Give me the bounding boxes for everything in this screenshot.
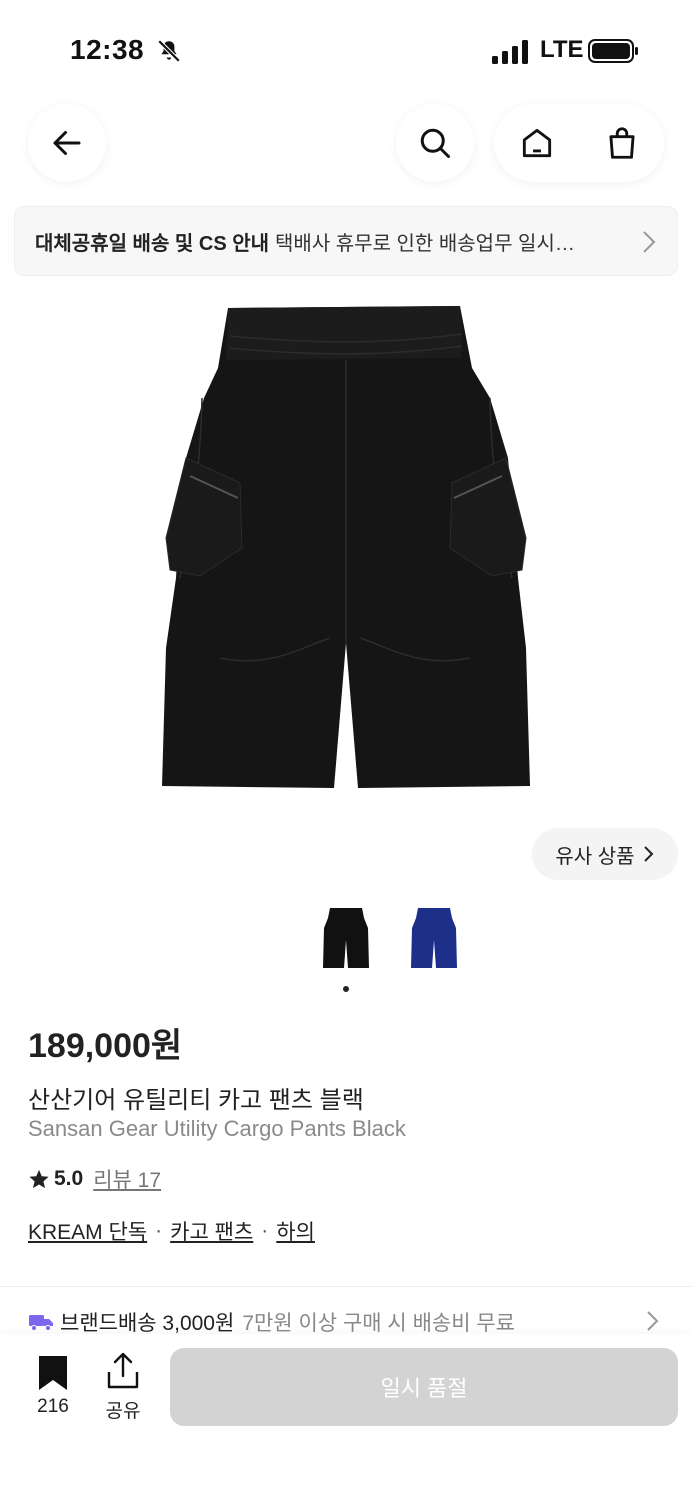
home-icon	[522, 128, 551, 158]
product-image[interactable]	[150, 298, 542, 798]
sold-out-button[interactable]: 일시 품절	[170, 1348, 678, 1426]
back-button[interactable]	[28, 104, 106, 182]
share-label: 공유	[105, 1401, 141, 1422]
sold-out-label: 일시 품절	[380, 1376, 468, 1401]
status-time: 12:38	[70, 34, 145, 65]
star-icon	[29, 1169, 49, 1189]
product-price: 189,000원	[28, 1027, 183, 1065]
thumbnail-blue[interactable]	[410, 904, 458, 970]
breadcrumb-separator: ·	[261, 1219, 269, 1242]
chevron-right-icon	[647, 1311, 659, 1331]
bookmark-icon	[39, 1356, 67, 1390]
rating-row: 5.0 리뷰 17	[28, 1164, 161, 1194]
chevron-right-icon	[643, 231, 656, 253]
home-button[interactable]	[494, 104, 579, 182]
notice-banner[interactable]: 대체공휴일 배송 및 CS 안내 택배사 휴무로 인한 배송업무 일시…	[14, 206, 678, 276]
shopping-bag-button[interactable]	[579, 104, 664, 182]
category-link-cargo-pants[interactable]: 카고 팬츠	[170, 1216, 253, 1246]
category-link-bottoms[interactable]: 하의	[276, 1216, 315, 1246]
thumbnail-black[interactable]	[322, 904, 370, 970]
similar-products-button[interactable]: 유사 상품	[532, 828, 678, 880]
share-button[interactable]: 공유	[100, 1352, 146, 1423]
rating-value: 5.0	[54, 1167, 84, 1190]
bookmark-button[interactable]: 216	[30, 1354, 76, 1418]
divider	[0, 1286, 692, 1287]
bookmark-count: 216	[37, 1396, 69, 1417]
notice-text: 택배사 휴무로 인한 배송업무 일시…	[275, 232, 575, 255]
shipping-sub: 7만원 이상 구매 시 배송비 무료	[242, 1312, 516, 1335]
shopping-bag-icon	[608, 127, 635, 159]
network-type: LTE	[540, 36, 584, 63]
bell-slash-icon	[157, 39, 181, 63]
notice-title: 대체공휴일 배송 및 CS 안내	[35, 232, 270, 255]
similar-products-label: 유사 상품	[555, 845, 635, 868]
chevron-right-icon	[643, 846, 653, 862]
category-link-exclusive[interactable]: KREAM 단독	[28, 1216, 147, 1246]
battery-icon	[588, 39, 638, 63]
carousel-indicator	[343, 986, 349, 992]
review-link[interactable]: 리뷰 17	[93, 1164, 161, 1194]
share-icon	[107, 1352, 139, 1389]
truck-icon	[29, 1315, 53, 1331]
shipping-label: 브랜드배송 3,000원	[60, 1312, 235, 1335]
product-name-ko: 산산기어 유틸리티 카고 팬츠 블랙	[28, 1087, 364, 1114]
arrow-left-icon	[53, 131, 81, 155]
signal-icon	[492, 40, 528, 64]
product-name-en: Sansan Gear Utility Cargo Pants Black	[28, 1116, 406, 1141]
nav-right-group	[494, 104, 664, 182]
breadcrumb-separator: ·	[155, 1219, 163, 1242]
search-button[interactable]	[396, 104, 474, 182]
status-bar: 12:38 LTE	[0, 0, 692, 100]
bottom-action-bar: 216 공유 일시 품절	[0, 1334, 692, 1500]
search-icon	[420, 128, 450, 158]
category-breadcrumb: KREAM 단독 · 카고 팬츠 · 하의	[28, 1216, 315, 1246]
